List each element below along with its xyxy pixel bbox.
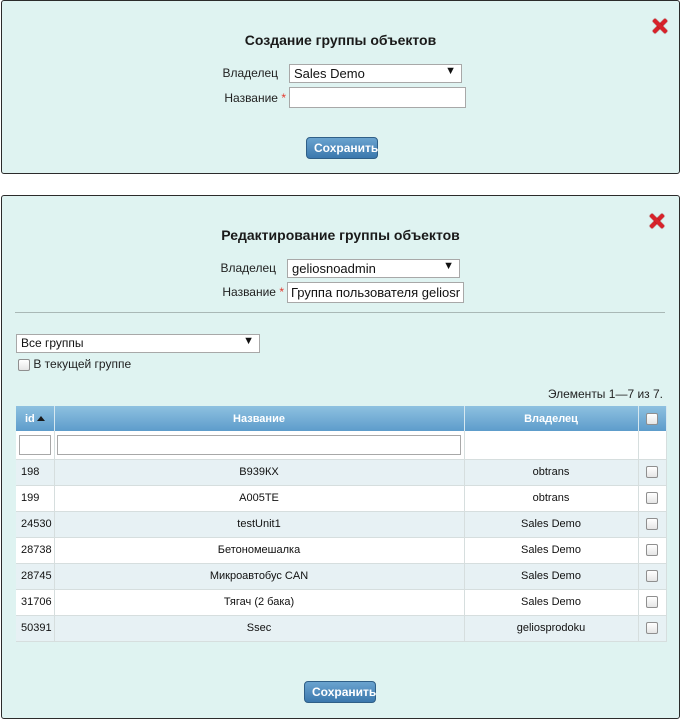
table-row[interactable]: 28738 Бетономешалка Sales Demo bbox=[16, 537, 667, 564]
cell-name: Бетономешалка bbox=[54, 537, 465, 564]
cell-select bbox=[638, 563, 667, 590]
cell-id: 24530 bbox=[16, 511, 55, 538]
cell-select bbox=[638, 589, 667, 616]
dialog-title: Создание группы объектов bbox=[244, 32, 437, 48]
cell-owner: Sales Demo bbox=[464, 563, 639, 590]
dropdown-arrow-icon: ▼ bbox=[243, 335, 254, 347]
cell-select bbox=[638, 459, 667, 486]
table-header-row: id Название Владелец bbox=[16, 406, 667, 431]
cell-name: Тягач (2 бака) bbox=[54, 589, 465, 616]
cell-owner: Sales Demo bbox=[464, 511, 639, 538]
cell-owner: obtrans bbox=[464, 485, 639, 512]
table-row[interactable]: 50391 Ssec geliosprodoku bbox=[16, 615, 667, 642]
in-current-group-toggle[interactable]: В текущей группе bbox=[18, 357, 131, 371]
name-filter-input[interactable] bbox=[57, 434, 461, 455]
save-button[interactable]: Сохранить bbox=[304, 681, 376, 703]
column-header-owner[interactable]: Владелец bbox=[464, 406, 639, 431]
owner-label: Владелец bbox=[220, 261, 276, 275]
cell-name: testUnit1 bbox=[54, 511, 465, 538]
objects-table: id Название Владелец 198 В939КХ obtrans 199… bbox=[16, 406, 667, 642]
column-header-name[interactable]: Название bbox=[54, 406, 465, 431]
sort-asc-icon bbox=[36, 416, 45, 422]
cell-select bbox=[638, 615, 667, 642]
cell-id: 50391 bbox=[16, 615, 55, 642]
row-checkbox[interactable] bbox=[646, 596, 658, 609]
cell-name: В939КХ bbox=[54, 459, 465, 486]
table-row[interactable]: 199 А005ТЕ obtrans bbox=[16, 485, 667, 512]
column-header-select-all[interactable] bbox=[638, 406, 667, 431]
table-row[interactable]: 28745 Микроавтобус CAN Sales Demo bbox=[16, 563, 667, 590]
cell-id: 28738 bbox=[16, 537, 55, 564]
select-all-checkbox[interactable] bbox=[646, 412, 658, 425]
cell-id: 31706 bbox=[16, 589, 55, 616]
cell-name: Микроавтобус CAN bbox=[54, 563, 465, 590]
cell-id: 199 bbox=[16, 485, 55, 512]
owner-select[interactable]: geliosnoadmin ▼ bbox=[287, 259, 460, 278]
cell-id: 28745 bbox=[16, 563, 55, 590]
cell-name: Ssec bbox=[54, 615, 465, 642]
owner-select[interactable]: Sales Demo ▼ bbox=[289, 64, 462, 83]
cell-owner: Sales Demo bbox=[464, 537, 639, 564]
table-row[interactable]: 31706 Тягач (2 бака) Sales Demo bbox=[16, 589, 667, 616]
row-checkbox[interactable] bbox=[646, 570, 658, 583]
row-checkbox[interactable] bbox=[646, 518, 658, 531]
cell-select bbox=[638, 485, 667, 512]
cell-owner: Sales Demo bbox=[464, 589, 639, 616]
divider bbox=[15, 312, 665, 313]
row-checkbox[interactable] bbox=[646, 492, 658, 505]
cell-owner: geliosprodoku bbox=[464, 615, 639, 642]
cell-select bbox=[638, 537, 667, 564]
group-filter-select[interactable]: Все группы ▼ bbox=[16, 334, 260, 353]
dropdown-arrow-icon: ▼ bbox=[443, 260, 454, 272]
table-row[interactable]: 24530 testUnit1 Sales Demo bbox=[16, 511, 667, 538]
dropdown-arrow-icon: ▼ bbox=[445, 65, 456, 77]
name-label: Название * bbox=[224, 91, 286, 105]
cell-select bbox=[638, 511, 667, 538]
column-header-id[interactable]: id bbox=[16, 406, 55, 431]
in-current-group-checkbox[interactable] bbox=[18, 358, 30, 371]
table-row[interactable]: 198 В939КХ obtrans bbox=[16, 459, 667, 486]
cell-owner: obtrans bbox=[464, 459, 639, 486]
name-label: Название * bbox=[222, 285, 284, 299]
row-checkbox[interactable] bbox=[646, 622, 658, 635]
edit-group-dialog: Редактирование группы объектов Владелец … bbox=[1, 195, 680, 719]
filter-row bbox=[16, 431, 667, 460]
dialog-title: Редактирование группы объектов bbox=[221, 227, 460, 243]
items-count: Элементы 1—7 из 7. bbox=[547, 387, 663, 401]
required-mark: * bbox=[281, 91, 286, 105]
owner-label: Владелец bbox=[222, 66, 278, 80]
cell-name: А005ТЕ bbox=[54, 485, 465, 512]
id-filter-input[interactable] bbox=[19, 434, 51, 455]
row-checkbox[interactable] bbox=[646, 544, 658, 557]
name-input[interactable] bbox=[289, 87, 466, 108]
required-mark: * bbox=[279, 285, 284, 299]
create-group-dialog: Создание группы объектов Владелец Sales … bbox=[1, 0, 680, 174]
save-button[interactable]: Сохранить bbox=[306, 137, 378, 159]
row-checkbox[interactable] bbox=[646, 466, 658, 479]
cell-id: 198 bbox=[16, 459, 55, 486]
name-input[interactable]: Группа пользователя geliosr bbox=[287, 282, 464, 303]
